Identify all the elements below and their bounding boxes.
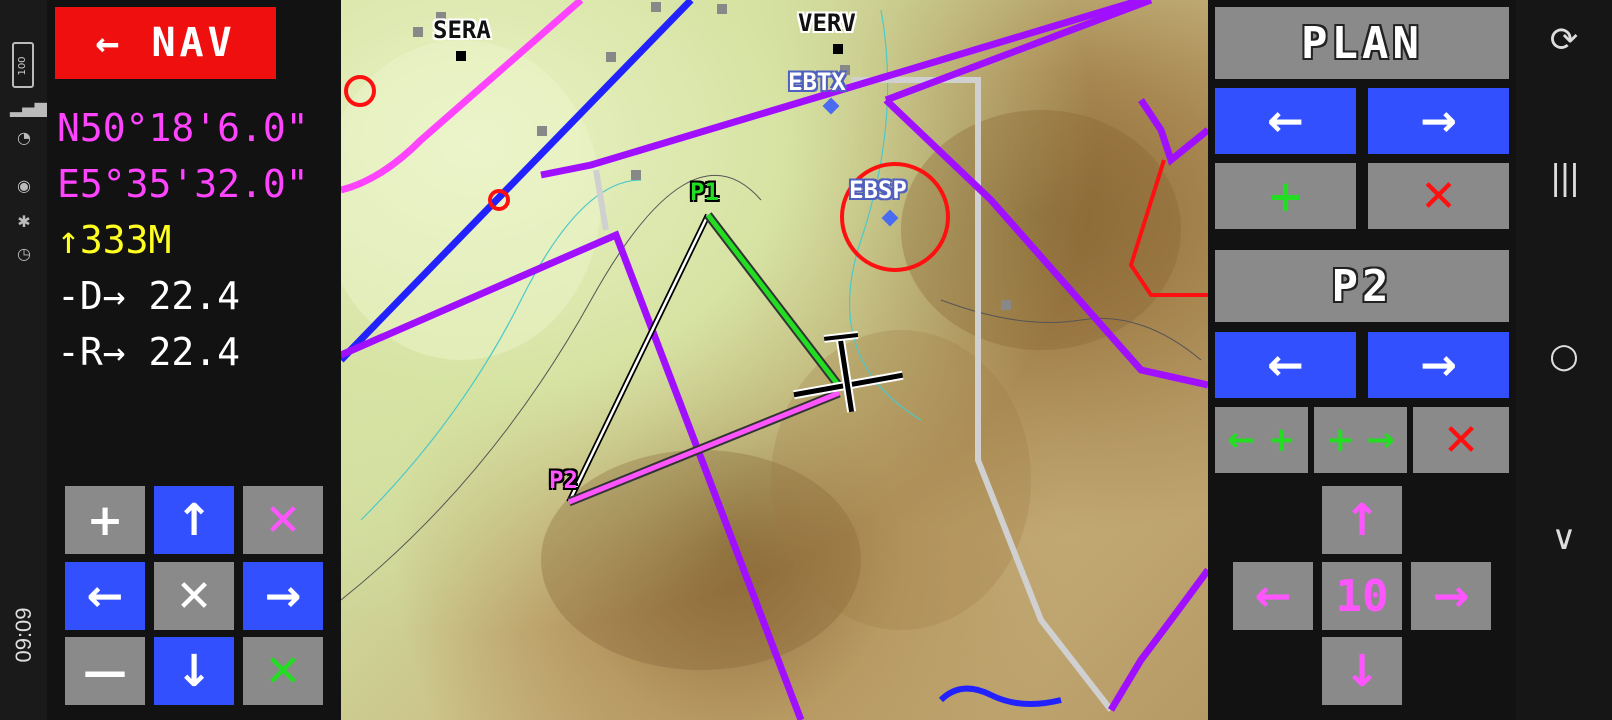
- plan-add-button[interactable]: +: [1215, 163, 1356, 229]
- village-marker: [651, 2, 661, 12]
- altitude-readout: ↑333M: [57, 218, 172, 262]
- move-down-button[interactable]: ↓: [1322, 637, 1402, 705]
- eye-icon: ◉: [17, 176, 31, 195]
- zoom-in-button[interactable]: +: [65, 486, 145, 554]
- airport-marker: [881, 209, 899, 227]
- move-left-button[interactable]: ←: [1233, 562, 1313, 630]
- latitude-readout: N50°18'6.0": [57, 106, 309, 150]
- waypoint-next-button[interactable]: →: [1368, 332, 1509, 398]
- waypoint-label-p1[interactable]: P1: [690, 178, 719, 206]
- waypoint-label-p2[interactable]: P2: [549, 466, 578, 494]
- map-overlay: [341, 0, 1208, 720]
- airport-marker: [822, 97, 840, 115]
- range-readout: -R→ 22.4: [57, 330, 241, 374]
- up-button[interactable]: ↑: [154, 486, 234, 554]
- insert-before-button[interactable]: ← +: [1215, 407, 1308, 473]
- village-marker: [537, 126, 547, 136]
- insert-after-button[interactable]: + →: [1314, 407, 1407, 473]
- terrain-ridge: [901, 110, 1181, 350]
- status-bar: 100 ▂▄▆ ◔ ◉ ✱ ◷ 09:09: [0, 0, 47, 720]
- step-value-display[interactable]: 10: [1322, 562, 1402, 630]
- plan-title[interactable]: PLAN: [1215, 7, 1509, 79]
- airport-label-ebsp[interactable]: EBSP: [849, 176, 907, 204]
- clear-marker-button[interactable]: ✕: [243, 486, 323, 554]
- airspace-boundary: [938, 685, 1062, 707]
- signal-icon: ▂▄▆: [10, 98, 47, 117]
- move-up-button[interactable]: ↑: [1322, 486, 1402, 554]
- longitude-readout: E5°35'32.0": [57, 162, 309, 206]
- left-button[interactable]: ←: [65, 562, 145, 630]
- village-marker: [413, 27, 423, 37]
- waypoint-title[interactable]: P2: [1215, 250, 1509, 322]
- town-label-sera: SERA: [433, 16, 491, 44]
- map-view[interactable]: SERA VERV EBTX EBSP P1 P2: [341, 0, 1208, 720]
- airport-label-ebtx[interactable]: EBTX: [788, 68, 846, 96]
- airspace-boundary: [1107, 567, 1208, 712]
- waypoint-prev-button[interactable]: ←: [1215, 332, 1356, 398]
- clock: 09:09: [11, 607, 36, 663]
- center-button[interactable]: ✕: [154, 562, 234, 630]
- back-icon[interactable]: ∨: [1516, 518, 1612, 558]
- airspace-boundary: [884, 0, 1153, 104]
- distance-readout: -D→ 22.4: [57, 274, 241, 318]
- home-icon[interactable]: ○: [1516, 336, 1612, 376]
- nav-button[interactable]: ← NAV: [55, 7, 276, 79]
- left-panel: ← NAV N50°18'6.0" E5°35'32.0" ↑333M -D→ …: [47, 0, 341, 720]
- move-right-button[interactable]: →: [1411, 562, 1491, 630]
- right-button[interactable]: →: [243, 562, 323, 630]
- rotate-icon[interactable]: ⟳: [1516, 20, 1612, 60]
- village-marker: [631, 170, 641, 180]
- bluetooth-icon: ✱: [17, 212, 31, 231]
- terrain-lowland: [341, 40, 601, 360]
- battery-icon: 100: [12, 42, 34, 88]
- village-marker: [717, 4, 727, 14]
- down-button[interactable]: ↓: [154, 637, 234, 705]
- alarm-icon: ◷: [17, 244, 31, 263]
- village-marker: [1001, 300, 1011, 310]
- route-leg-active: [706, 213, 841, 388]
- zoom-out-button[interactable]: —: [65, 637, 145, 705]
- town-marker: [456, 51, 466, 61]
- plan-next-button[interactable]: →: [1368, 88, 1509, 154]
- wifi-icon: ◔: [17, 128, 31, 147]
- waypoint-delete-button[interactable]: ✕: [1413, 407, 1509, 473]
- right-panel: PLAN ← → + ✕ P2 ← → ← + + → ✕ ↑ ← 10 → ↓: [1208, 0, 1516, 720]
- town-marker: [833, 44, 843, 54]
- plan-delete-button[interactable]: ✕: [1368, 163, 1509, 229]
- plan-prev-button[interactable]: ←: [1215, 88, 1356, 154]
- confirm-button[interactable]: ✕: [243, 637, 323, 705]
- system-nav-bar: ⟳ ||| ○ ∨: [1516, 0, 1612, 720]
- airspace-boundary: [1138, 98, 1208, 166]
- town-label-verv: VERV: [798, 9, 856, 37]
- village-marker: [606, 52, 616, 62]
- recents-icon[interactable]: |||: [1516, 158, 1612, 198]
